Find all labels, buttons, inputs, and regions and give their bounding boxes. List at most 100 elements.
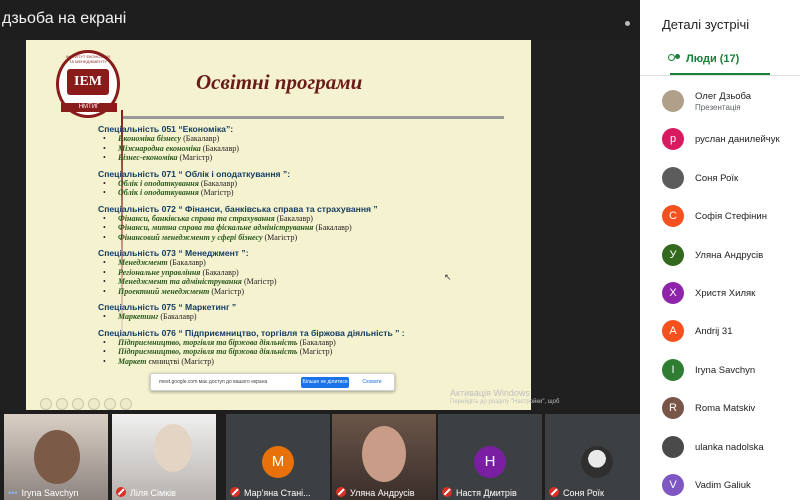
participant-row[interactable]: A Andrij 31 (640, 314, 800, 352)
presenting-title: дзьоба на екрані (2, 10, 127, 27)
program-item: Фінанси, банківська справа та страхуванн… (98, 214, 528, 224)
program-level: (Бакалавр) (181, 134, 220, 143)
program-name: Регіональне управління (118, 267, 201, 277)
participant-name: Соня Роїк (695, 172, 739, 184)
mic-off-icon (230, 487, 240, 497)
participant-tile[interactable]: Соня Роїк (545, 414, 649, 500)
program-name: Міжнародна економіка (118, 143, 201, 153)
windows-activation-watermark: Активація Windows Перейдіть до розділу "… (450, 388, 559, 405)
program-item: Проектний менеджмент (Магістр) (98, 287, 528, 297)
participant-name: Roma Matskiv (695, 403, 756, 415)
participant-tile[interactable]: Ліля Сімків (112, 414, 216, 500)
slide-body: Спеціальність 051 “Економіка”:Економіка … (98, 124, 528, 372)
program-group: Спеціальність 073 “ Менеджмент ”:Менеджм… (98, 248, 528, 296)
participant-name: Софія Стефінин (695, 211, 767, 223)
participant-name: Vadim Galiuk (695, 479, 751, 491)
participant-tile-label: Мар'яна Стані... (230, 487, 328, 498)
activation-title: Активація Windows (450, 388, 530, 398)
program-group: Спеціальність 071 “ Облік і оподаткуванн… (98, 169, 528, 198)
program-list: Маркетинг (Бакалавр) (98, 312, 528, 322)
tab-people[interactable]: Люди (17) (668, 53, 773, 73)
program-name: Фінансовий менеджмент у сфері бізнесу (118, 232, 263, 242)
program-item: Менеджмент (Бакалавр) (98, 258, 528, 268)
program-name: Економіка бізнесу (118, 134, 182, 143)
program-level: (Бакалавр) (313, 223, 352, 232)
participant-row[interactable]: Х Христя Хиляк (640, 276, 800, 314)
participant-avatar (581, 446, 613, 478)
hide-button[interactable]: Сховати (356, 377, 388, 388)
program-name: Менеджмент (118, 258, 168, 267)
program-level: (Бакалавр) (200, 267, 239, 277)
program-level: (Бакалавр) (200, 143, 239, 153)
participant-name: Олег Дзьоба (695, 91, 752, 102)
participant-row[interactable]: р руслан данилейчук (640, 122, 800, 160)
participant-row[interactable]: Олег Дзьоба Презентація (640, 84, 800, 122)
participant-row[interactable]: Соня Роїк (640, 161, 800, 199)
specialty-heading: Спеціальність 073 “ Менеджмент ”: (98, 248, 249, 258)
participant-row[interactable]: R Roma Matskiv (640, 391, 800, 429)
participant-tile[interactable]: ••• Iryna Savchyn (4, 414, 108, 500)
more-icon[interactable] (120, 398, 132, 410)
screen-share-bar: meet.google.com має доступ до вашого екр… (150, 373, 395, 391)
logo-ribbon: НМТИГ (61, 103, 117, 112)
specialty-heading: Спеціальність 071 “ Облік і оподаткуванн… (98, 168, 291, 179)
program-level: (Бакалавр) (167, 258, 206, 267)
pointer-icon[interactable] (72, 398, 84, 410)
logo-ring-text: ІНСТИТУТ ЕКОНОМІКИ ТА МЕНЕДЖМЕНТУ (65, 54, 111, 64)
participant-avatar: R (662, 397, 684, 420)
institute-logo: ІНСТИТУТ ЕКОНОМІКИ ТА МЕНЕДЖМЕНТУ IEM НМ… (56, 50, 120, 118)
program-item: Облік і оподаткування (Магістр) (98, 188, 528, 198)
participant-avatar (662, 166, 684, 189)
tab-people-label: Люди (17) (686, 53, 740, 65)
mic-off-icon (336, 487, 346, 497)
participant-row[interactable]: У Уляна Андрусів (640, 238, 800, 276)
title-divider (121, 116, 504, 119)
program-item: Фінанси, митна справа та фіскальне адмін… (98, 223, 528, 233)
program-name: Облік і оподаткування (118, 188, 199, 197)
mouse-cursor-icon: ↖ (444, 272, 452, 282)
grid-icon[interactable] (88, 398, 100, 410)
program-level: ємництві (Магістр) (146, 356, 214, 366)
stop-sharing-button[interactable]: Більше не ділитися (301, 377, 349, 388)
people-icon (668, 54, 682, 63)
participant-row[interactable]: V Vadim Galiuk (640, 468, 800, 500)
participant-name: Христя Хиляк (695, 287, 756, 299)
participant-tile-name: Соня Роїк (563, 488, 604, 498)
participant-tile-name: Мар'яна Стані... (244, 488, 311, 498)
mic-off-icon (116, 487, 126, 497)
participant-row[interactable]: С Софія Стефінин (640, 199, 800, 237)
program-level: (Магістр) (177, 153, 213, 162)
program-level: (Магістр) (209, 286, 245, 296)
participant-tile[interactable]: М Мар'яна Стані... (226, 414, 330, 500)
logo-iem: IEM (67, 69, 109, 95)
participant-tile[interactable]: Н Настя Дмитрів (438, 414, 542, 500)
pen-icon[interactable] (56, 398, 68, 410)
program-item: Менеджмент та адміністрування (Магістр) (98, 277, 528, 287)
specialty-heading: Спеціальність 076 “ Підприємництво, торг… (98, 327, 405, 338)
prev-slide-icon[interactable] (40, 398, 52, 410)
participant-tile-name: Настя Дмитрів (456, 488, 517, 498)
specialty-heading: Спеціальність 051 “Економіка”: (98, 124, 234, 134)
program-list: Менеджмент (Бакалавр)Регіональне управлі… (98, 258, 528, 296)
participant-tile-label: ••• Iryna Savchyn (8, 488, 106, 498)
participant-tile-name: Iryna Savchyn (21, 488, 79, 498)
program-item: Підприємництво, торгівля та біржова діял… (98, 338, 528, 348)
program-level: (Бакалавр) (158, 312, 197, 321)
program-level: (Магістр) (297, 347, 333, 356)
specialty-heading: Спеціальність 072 “ Фінанси, банківська … (98, 203, 378, 214)
participant-avatar: Х (662, 281, 684, 304)
participant-figure (154, 424, 192, 472)
zoom-icon[interactable] (104, 398, 116, 410)
slideshow-controls (40, 398, 132, 410)
participant-figure (362, 426, 406, 482)
participant-avatar: V (662, 473, 684, 496)
program-name: Проектний менеджмент (118, 286, 210, 296)
program-level: (Магістр) (262, 232, 298, 242)
program-name: Маркет (118, 356, 147, 366)
participant-row[interactable]: ulanka nadolska (640, 430, 800, 468)
program-name: Фінанси, митна справа та фіскальне адмін… (118, 223, 314, 232)
program-item: Фінансовий менеджмент у сфері бізнесу (М… (98, 233, 528, 243)
participant-row[interactable]: I Iryna Savchyn (640, 353, 800, 391)
participant-tile[interactable]: Уляна Андрусів (332, 414, 436, 500)
participant-name: руслан данилейчук (695, 134, 780, 146)
